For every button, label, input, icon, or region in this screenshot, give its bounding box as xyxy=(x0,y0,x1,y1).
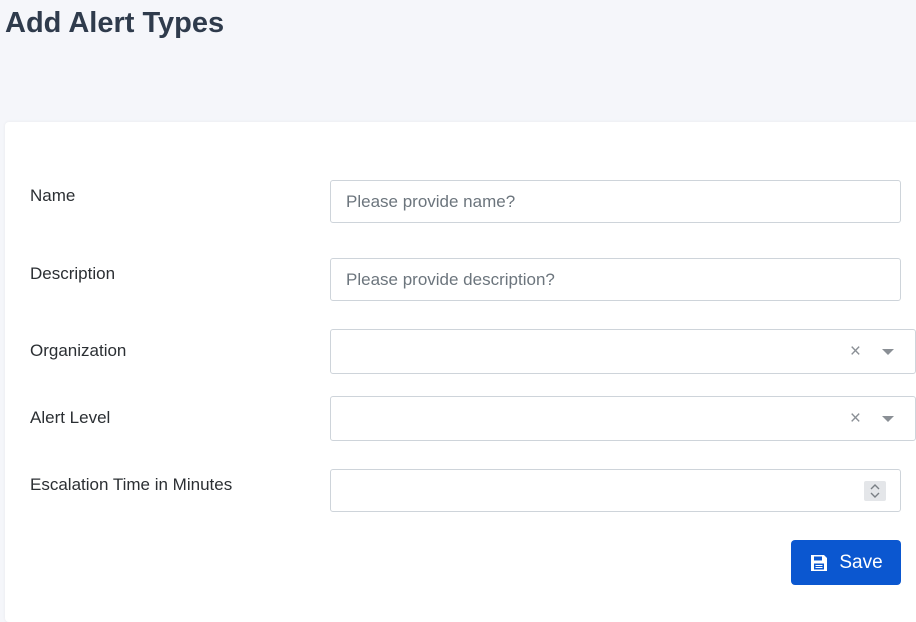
escalation-time-input[interactable] xyxy=(330,469,901,512)
form-card: Name Description Organization × Alert Le… xyxy=(5,122,916,622)
escalation-time-label: Escalation Time in Minutes xyxy=(30,475,233,494)
description-label: Description xyxy=(30,264,116,283)
close-icon[interactable]: × xyxy=(850,408,861,430)
floppy-disk-icon xyxy=(809,553,829,573)
chevron-down-icon[interactable] xyxy=(882,349,894,355)
organization-select[interactable]: × xyxy=(330,329,916,374)
save-button-label: Save xyxy=(839,551,883,573)
organization-label: Organization xyxy=(30,341,127,360)
description-input[interactable] xyxy=(330,258,901,301)
save-button[interactable]: Save xyxy=(791,540,901,585)
spinner-arrows-icon[interactable] xyxy=(864,481,886,501)
alert-level-label: Alert Level xyxy=(30,408,111,427)
close-icon[interactable]: × xyxy=(850,341,861,363)
name-label: Name xyxy=(30,186,76,205)
name-input[interactable] xyxy=(330,180,901,223)
alert-level-select[interactable]: × xyxy=(330,396,916,441)
chevron-down-icon[interactable] xyxy=(882,416,894,422)
page-title: Add Alert Types xyxy=(5,7,225,39)
